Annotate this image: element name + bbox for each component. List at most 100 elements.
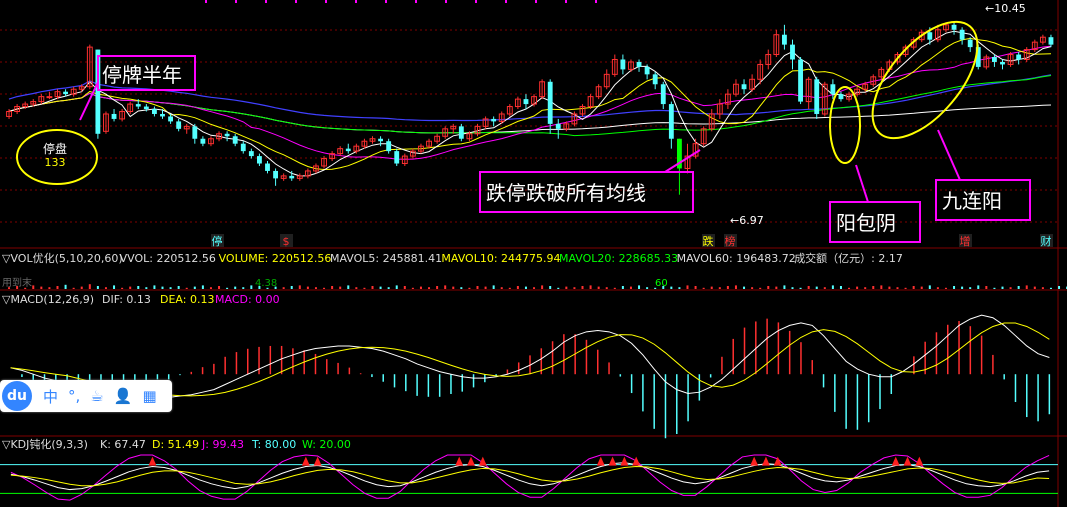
- candle-body-down: [782, 34, 787, 45]
- top-tick: [475, 0, 477, 3]
- vol-legend-mavol60: MAVOL60: 196483.72: [677, 252, 796, 265]
- volume-bar: [985, 286, 988, 289]
- volume-bar: [783, 285, 786, 289]
- volume-bar: [646, 287, 649, 289]
- volume-bar: [32, 285, 35, 289]
- top-tick: [565, 0, 567, 3]
- volume-bar: [436, 286, 439, 289]
- candle-body-down: [168, 116, 173, 122]
- volume-bar: [347, 285, 350, 289]
- candle-body-down: [636, 61, 642, 67]
- volume-bar: [888, 286, 891, 289]
- volume-bar: [541, 285, 544, 289]
- candle-body-down: [951, 24, 957, 30]
- kdj-overbought-marker: [761, 456, 770, 466]
- nine-yang-arrow: [937, 129, 961, 181]
- kdj-legend-t: T: 80.00: [251, 438, 296, 451]
- volume-bar: [395, 285, 398, 289]
- volume-bar: [419, 286, 422, 289]
- volume-bar: [468, 287, 471, 289]
- volume-bar: [557, 287, 560, 289]
- volume-bar: [678, 287, 681, 289]
- ime-skin-icon[interactable]: ☕: [90, 387, 103, 405]
- volume-bar: [896, 287, 899, 289]
- limit-down-arrow: [664, 149, 701, 173]
- candle-body-down: [1016, 54, 1022, 60]
- candle-body-down: [63, 91, 68, 95]
- volume-bar: [371, 286, 374, 289]
- volume-bar: [64, 284, 67, 289]
- candle-body-down: [265, 163, 270, 171]
- volume-bar: [726, 286, 729, 289]
- volume-bar: [161, 286, 164, 289]
- candle-body-down: [992, 57, 997, 62]
- volume-bar: [185, 287, 188, 289]
- volume-bar: [258, 286, 261, 289]
- ime-user-icon[interactable]: 👤: [114, 387, 133, 405]
- volume-bar: [533, 287, 536, 289]
- ime-punctuation[interactable]: °,: [68, 387, 80, 405]
- high-price-label: ←10.45: [985, 2, 1026, 15]
- candle-body-down: [1048, 37, 1054, 45]
- engulf-circle: [829, 86, 861, 164]
- macd-legend-name: ▽MACD(12,26,9): [2, 293, 94, 306]
- volume-bar: [121, 287, 124, 289]
- kdj-overbought-marker: [620, 456, 629, 466]
- volume-bar: [565, 286, 568, 289]
- top-tick: [355, 0, 357, 3]
- ma120-line: [8, 92, 1052, 134]
- kdj-legend-d: D: 51.49: [152, 438, 199, 451]
- event-marker: 增: [960, 234, 971, 248]
- volume-bar: [363, 287, 366, 289]
- volume-bar: [104, 287, 107, 289]
- candle-body-down: [394, 151, 400, 164]
- candle-body-down: [830, 84, 836, 95]
- kdj-overbought-marker: [750, 456, 759, 466]
- vol-legend-mavol20: MAVOL20: 228685.33: [559, 252, 678, 265]
- top-tick: [325, 0, 327, 3]
- candle-body-down: [224, 133, 230, 137]
- volume-bar: [839, 286, 842, 289]
- volume-bar: [113, 285, 116, 289]
- volume-bar: [460, 287, 463, 289]
- kdj-legend-w: W: 20.00: [302, 438, 351, 451]
- volume-bar: [613, 287, 616, 289]
- volume-bar: [936, 287, 939, 289]
- baidu-ime-logo[interactable]: du: [2, 381, 32, 411]
- top-tick: [445, 0, 447, 3]
- kdj-overbought-marker: [632, 456, 641, 466]
- vol-legend-amount: 成交额（亿元）: 2.17: [794, 251, 903, 265]
- vol-legend-name: ▽VOL优化(5,10,20,60): [2, 251, 123, 265]
- volume-bar: [444, 285, 447, 289]
- ime-toolbar[interactable]: du 中 °, ☕ 👤 ▦: [0, 380, 172, 412]
- volume-bar: [177, 286, 180, 289]
- volume-bar: [1033, 286, 1036, 289]
- volume-bar: [339, 286, 342, 289]
- volume-bar: [1049, 287, 1052, 289]
- volume-bar: [282, 287, 285, 289]
- volume-bar: [298, 285, 301, 289]
- candle-body-down: [152, 109, 157, 114]
- volume-bar: [815, 286, 818, 289]
- volume-bar: [775, 286, 778, 289]
- volume-bar: [638, 285, 641, 289]
- volume-bar: [662, 286, 665, 289]
- candle-body-down: [798, 59, 803, 102]
- low-price-label: ←6.97: [730, 214, 764, 227]
- volume-bar: [969, 287, 972, 289]
- volume-bar: [848, 287, 851, 289]
- ime-chinese-mode[interactable]: 中: [43, 386, 58, 407]
- volume-bar: [702, 287, 705, 289]
- volume-bar: [476, 286, 479, 289]
- volume-bar: [654, 287, 657, 289]
- kdj-legend-j: J: 99.43: [201, 438, 244, 451]
- volume-bar: [799, 287, 802, 289]
- volume-bar: [387, 287, 390, 289]
- stock-chart[interactable]: 停牌半年停盘133 跌停跌破所有均线阳包阴 九连阳 ←10.45 ←6.97 停 $ 跌榜 增 财…: [0, 0, 1067, 507]
- volume-bar: [72, 287, 75, 289]
- volume-bar: [209, 287, 212, 289]
- ime-grid-icon[interactable]: ▦: [142, 387, 156, 405]
- kdj-d-line: [10, 466, 1050, 487]
- volume-bar: [694, 286, 697, 289]
- vol-legend-vvol: VVOL: 220512.56: [120, 252, 216, 265]
